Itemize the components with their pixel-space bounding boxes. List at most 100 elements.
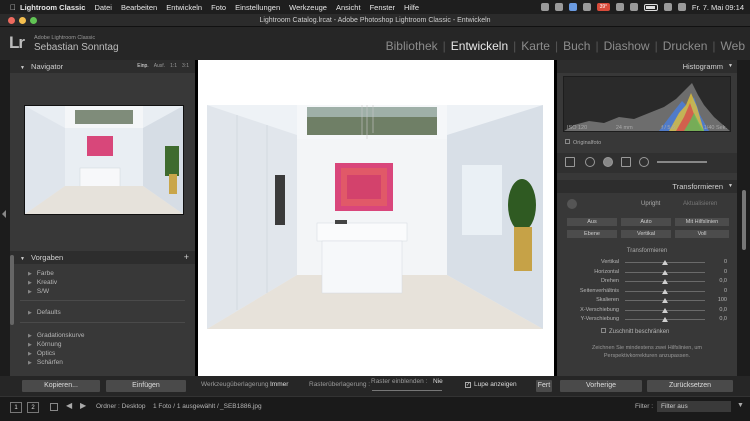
filter-select[interactable]: Filter aus [657, 401, 731, 412]
screen-1-button[interactable]: 1 [10, 402, 22, 413]
preset-folder[interactable]: ▶ S/W [28, 287, 57, 296]
transform-header[interactable]: Transformieren ▼ [557, 180, 737, 193]
preset-folder[interactable]: ▶ Farbe [28, 269, 57, 278]
slider-scale[interactable]: Skalieren 100 [563, 296, 731, 305]
previous-settings-button[interactable]: Vorherige [560, 380, 642, 392]
add-preset-icon[interactable]: + [184, 251, 189, 264]
upright-level-button[interactable]: Ebene [567, 230, 617, 238]
grid-view-icon[interactable] [50, 403, 58, 411]
zoom-fit[interactable]: Einp. [137, 60, 148, 73]
slider-knob[interactable] [662, 317, 668, 322]
grid-show-select[interactable]: Nie [433, 378, 443, 385]
preset-folder[interactable]: ▶ Kreativ [28, 278, 57, 287]
copy-settings-button[interactable]: Kopieren... [22, 380, 100, 392]
upright-full-button[interactable]: Voll [675, 230, 729, 238]
slider-value[interactable]: 0 [724, 288, 727, 294]
presets-header[interactable]: ▼ Vorgaben + [10, 251, 195, 264]
upright-guided-button[interactable]: Mit Hilfslinien [675, 218, 729, 226]
spot-removal-icon[interactable] [585, 157, 595, 167]
menubar-clock[interactable]: Fr. 7. Mai 09:14 [692, 3, 744, 12]
reset-button[interactable]: Zurücksetzen [647, 380, 733, 392]
red-eye-icon[interactable] [603, 157, 613, 167]
preset-folder[interactable]: ▶ Schärfen [28, 358, 85, 367]
kitchen-photo[interactable] [207, 105, 543, 329]
navigator-preview[interactable] [24, 105, 184, 215]
menu-einstellungen[interactable]: Einstellungen [235, 3, 280, 12]
done-button[interactable]: Fert [536, 380, 552, 392]
slider-y-offset[interactable]: Y-Verschiebung 0,0 [563, 315, 731, 324]
slider-value[interactable]: 0,0 [719, 278, 727, 284]
apple-icon[interactable]:  [10, 3, 20, 12]
filmstrip-filename[interactable]: _SEB1886.jpg [220, 403, 262, 410]
forward-arrow-icon[interactable]: ▶ [80, 401, 86, 410]
tool-overlay-select[interactable]: Immer [270, 381, 288, 388]
minimize-window-button[interactable] [19, 17, 26, 24]
menu-werkzeuge[interactable]: Werkzeuge [289, 3, 327, 12]
search-icon[interactable] [663, 3, 672, 11]
preset-folder[interactable]: ▶ Optics [28, 349, 85, 358]
guided-upright-tool-icon[interactable] [567, 199, 577, 209]
back-arrow-icon[interactable]: ◀ [66, 401, 72, 410]
histogram-header[interactable]: Histogramm ▼ [557, 60, 737, 73]
tray-app-icon[interactable] [615, 3, 624, 11]
slider-rotate[interactable]: Drehen 0,0 [563, 277, 731, 286]
preset-folder[interactable]: ▶ Defaults [28, 308, 61, 317]
constrain-crop-toggle[interactable]: Zuschnitt beschränken [601, 328, 669, 335]
menu-hilfe[interactable]: Hilfe [404, 3, 419, 12]
radial-filter-icon[interactable] [639, 157, 649, 167]
module-bibliothek[interactable]: Bibliothek [381, 39, 443, 53]
slider-vertical[interactable]: Vertikal 0 [563, 258, 731, 267]
slider-knob[interactable] [662, 298, 668, 303]
dropbox-icon[interactable] [568, 3, 577, 11]
upright-vertical-button[interactable]: Vertikal [621, 230, 671, 238]
module-diashow[interactable]: Diashow [599, 39, 655, 53]
tray-app-icon[interactable] [540, 3, 549, 11]
wifi-icon[interactable] [629, 3, 638, 11]
module-web[interactable]: Web [716, 39, 750, 53]
checkbox-icon[interactable] [565, 139, 570, 144]
zoom-fill[interactable]: Ausf. [154, 60, 165, 73]
filmstrip-toggle-icon[interactable]: ▼ [737, 402, 744, 409]
navigator-header[interactable]: ▼ Navigator Einp. Ausf. 1:1 3:1 [10, 60, 195, 73]
slider-knob[interactable] [662, 260, 668, 265]
histogram-graph[interactable] [563, 76, 731, 132]
battery-icon[interactable] [643, 3, 658, 11]
menu-bearbeiten[interactable]: Bearbeiten [121, 3, 157, 12]
zoom-3-1[interactable]: 3:1 [182, 60, 189, 73]
slider-x-offset[interactable]: X-Verschiebung 0,0 [563, 306, 731, 315]
module-buch[interactable]: Buch [558, 39, 595, 53]
slider-horizontal[interactable]: Horizontal 0 [563, 268, 731, 277]
slider-knob[interactable] [662, 269, 668, 275]
adjustment-brush-icon[interactable] [657, 161, 707, 163]
reanalyze-button[interactable]: Aktualisieren [683, 201, 717, 207]
menu-foto[interactable]: Foto [211, 3, 226, 12]
original-photo-toggle[interactable]: Originalfoto [565, 139, 601, 146]
control-center-icon[interactable] [677, 3, 686, 11]
screen-2-button[interactable]: 2 [27, 402, 39, 413]
upright-auto-button[interactable]: Auto [621, 218, 671, 226]
tray-app-icon[interactable] [582, 3, 591, 11]
grid-overlay-label[interactable]: Rasterüberlagerung : [309, 381, 370, 388]
zoom-1-1[interactable]: 1:1 [170, 60, 177, 73]
right-panel-scrollbar[interactable] [742, 190, 746, 250]
loupe-label[interactable]: Lupe anzeigen [474, 381, 517, 388]
slider-value[interactable]: 0,0 [719, 316, 727, 322]
menu-fenster[interactable]: Fenster [370, 3, 395, 12]
slider-value[interactable]: 0 [724, 269, 727, 275]
module-entwickeln[interactable]: Entwickeln [446, 39, 513, 53]
slider-knob[interactable] [662, 307, 668, 313]
menu-datei[interactable]: Datei [94, 3, 112, 12]
menu-entwickeln[interactable]: Entwickeln [166, 3, 202, 12]
preset-folder[interactable]: ▶ Körnung [28, 340, 85, 349]
zoom-window-button[interactable] [30, 17, 37, 24]
module-karte[interactable]: Karte [516, 39, 555, 53]
filmstrip-path[interactable]: Ordner : Desktop [96, 403, 146, 410]
preset-folder[interactable]: ▶ Gradationskurve [28, 331, 85, 340]
temperature-badge[interactable]: 39° [596, 3, 610, 11]
grid-size-slider[interactable] [372, 390, 442, 391]
left-panel-scrollbar[interactable] [10, 255, 14, 325]
left-panel-toggle[interactable] [0, 60, 10, 376]
slider-aspect[interactable]: Seitenverhältnis 0 [563, 287, 731, 296]
close-window-button[interactable] [8, 17, 15, 24]
module-drucken[interactable]: Drucken [658, 39, 713, 53]
